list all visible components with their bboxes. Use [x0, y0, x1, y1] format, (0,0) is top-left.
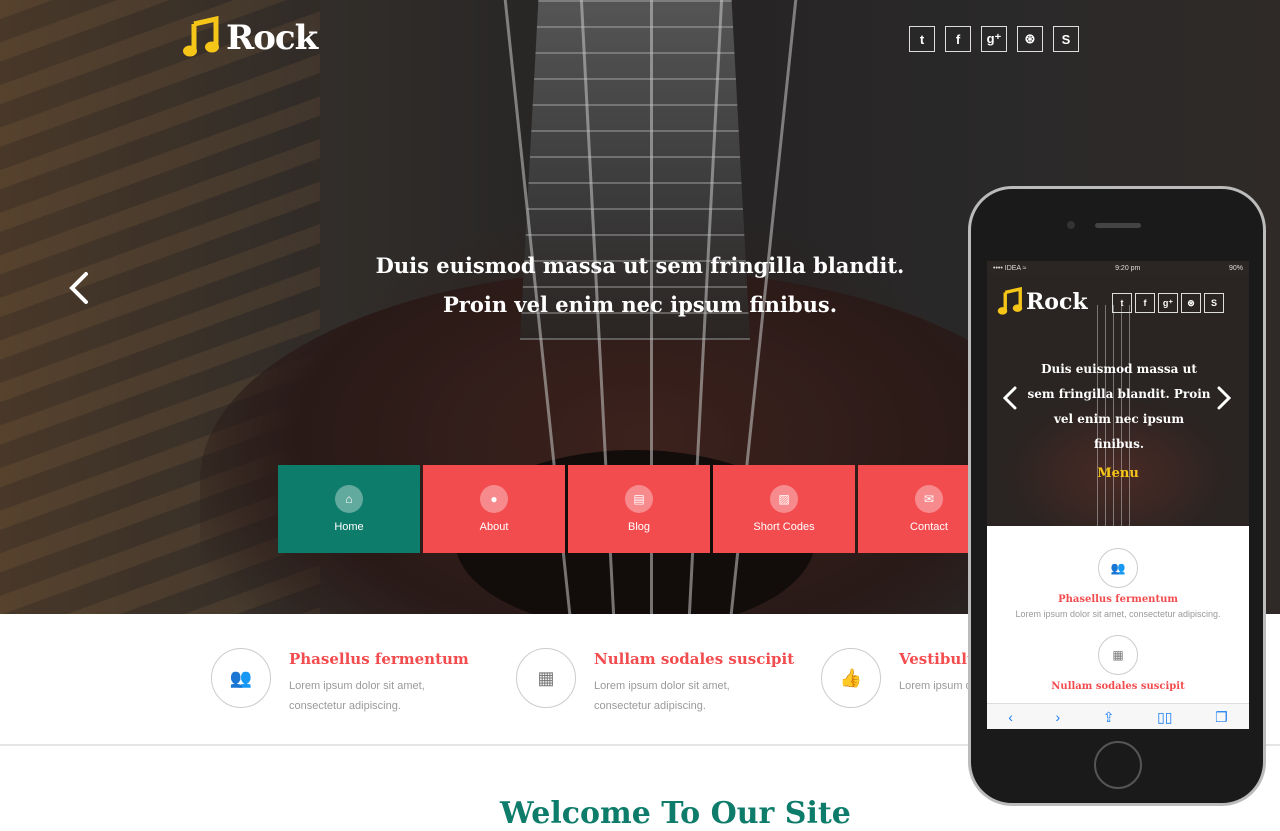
phone-next-arrow-icon[interactable] — [1215, 385, 1233, 411]
users-icon: 👥 — [211, 648, 271, 708]
twitter-icon[interactable]: t — [909, 26, 935, 52]
nav-item-short-codes[interactable]: ▨ Short Codes — [713, 465, 855, 553]
hero-caption: Duis euismod massa ut sem fringilla blan… — [375, 253, 905, 317]
slider-prev-arrow-icon[interactable] — [64, 270, 94, 306]
google-plus-icon[interactable]: g⁺ — [1158, 293, 1178, 313]
nav-label: Short Codes — [753, 521, 815, 533]
mail-icon: ✉ — [915, 485, 943, 513]
phone-feature-text: Lorem ipsum dolor sit amet, consectetur … — [1015, 609, 1221, 619]
nav-item-home[interactable]: ⌂ Home — [278, 465, 420, 553]
feature-title: Nullam sodales suscipit — [594, 650, 795, 668]
phone-logo-text: Rock — [1026, 289, 1088, 315]
music-note-icon — [183, 16, 219, 57]
feature-title: Phasellus fermentum — [289, 650, 469, 668]
nav-label: Blog — [627, 521, 651, 533]
home-icon: ⌂ — [335, 485, 363, 513]
phone-feature-title: Phasellus fermentum — [1058, 594, 1178, 605]
facebook-icon[interactable]: f — [945, 26, 971, 52]
facebook-icon[interactable]: f — [1135, 293, 1155, 313]
logo-text: Rock — [226, 18, 318, 58]
phone-hero: Rock t f g⁺ ⊛ S Duis euismod massa ut se… — [987, 275, 1249, 526]
phone-status-bar: •••• IDEA ≈ 9:20 pm 90% — [987, 261, 1249, 275]
phone-screen: •••• IDEA ≈ 9:20 pm 90% Rock t f g⁺ ⊛ S — [987, 261, 1249, 729]
phone-home-button[interactable] — [1094, 741, 1142, 789]
nav-item-blog[interactable]: ▤ Blog — [568, 465, 710, 553]
phone-mockup: •••• IDEA ≈ 9:20 pm 90% Rock t f g⁺ ⊛ S — [968, 186, 1266, 806]
dribbble-icon[interactable]: ⊛ — [1181, 293, 1201, 313]
bookmarks-icon[interactable]: ▯▯ — [1157, 709, 1172, 726]
phone-feature-item: ▦ Nullam sodales suscipit — [987, 619, 1249, 692]
welcome-heading: Welcome To Our Site — [500, 796, 851, 831]
back-icon[interactable]: ‹ — [1008, 709, 1013, 725]
phone-feature-title: Nullam sodales suscipit — [1051, 681, 1185, 692]
phone-camera — [1067, 221, 1075, 229]
phone-social-links: t f g⁺ ⊛ S — [1112, 293, 1224, 313]
user-icon: ● — [480, 485, 508, 513]
users-icon: 👥 — [1098, 548, 1138, 588]
twitter-icon[interactable]: t — [1112, 293, 1132, 313]
phone-prev-arrow-icon[interactable] — [1001, 385, 1019, 411]
feature-text: Lorem ipsum dolor sit amet, consectetur … — [289, 680, 425, 712]
google-plus-icon[interactable]: g⁺ — [981, 26, 1007, 52]
nav-label: About — [479, 521, 509, 533]
thumbs-up-icon: 👍 — [821, 648, 881, 708]
feature-text: Lorem ipsum dolor sit amet, consectetur … — [594, 680, 730, 712]
feature-item: 👥 Phasellus fermentum Lorem ipsum dolor … — [211, 648, 479, 716]
dribbble-icon[interactable]: ⊛ — [1017, 26, 1043, 52]
phone-menu-button[interactable]: Menu — [987, 466, 1249, 481]
nav-item-about[interactable]: ● About — [423, 465, 565, 553]
status-time: 9:20 pm — [1115, 264, 1141, 272]
music-note-icon — [997, 287, 1023, 315]
skype-icon[interactable]: S — [1053, 26, 1079, 52]
tabs-icon[interactable]: ❐ — [1215, 709, 1228, 726]
image-icon: ▨ — [770, 485, 798, 513]
social-links: t f g⁺ ⊛ S — [909, 26, 1079, 52]
feature-item: ▦ Nullam sodales suscipit Lorem ipsum do… — [516, 648, 794, 716]
phone-speaker — [1095, 223, 1141, 228]
film-icon: ▦ — [516, 648, 576, 708]
film-icon: ▦ — [1098, 635, 1138, 675]
phone-hero-caption: Duis euismod massa ut sem fringilla blan… — [1027, 362, 1211, 451]
skype-icon[interactable]: S — [1204, 293, 1224, 313]
status-battery: 90% — [1228, 264, 1243, 272]
main-nav: ⌂ Home ● About ▤ Blog ▨ Short Codes ✉ Co… — [278, 465, 1003, 553]
blog-icon: ▤ — [625, 485, 653, 513]
status-carrier: •••• IDEA ≈ — [993, 264, 1027, 272]
nav-label: Contact — [910, 521, 948, 533]
share-icon[interactable]: ⇪ — [1103, 709, 1115, 726]
nav-label: Home — [334, 521, 364, 533]
phone-feature-item: 👥 Phasellus fermentum Lorem ipsum dolor … — [987, 526, 1249, 619]
phone-logo[interactable]: Rock — [997, 287, 1088, 317]
phone-browser-toolbar: ‹ › ⇪ ▯▯ ❐ — [987, 703, 1249, 729]
forward-icon[interactable]: › — [1056, 709, 1061, 725]
site-logo[interactable]: Rock — [182, 16, 318, 60]
